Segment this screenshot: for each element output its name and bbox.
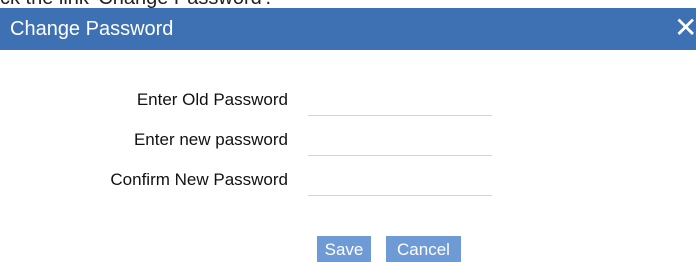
old-password-label: Enter Old Password — [136, 90, 288, 109]
save-button[interactable]: Save — [317, 236, 371, 262]
change-password-dialog: ck the link 'Change Password'. Change Pa… — [0, 0, 696, 262]
new-password-input[interactable] — [308, 128, 492, 156]
cancel-button[interactable]: Cancel — [386, 236, 461, 262]
confirm-password-label: Confirm New Password — [110, 170, 288, 189]
close-icon[interactable]: ✕ — [674, 14, 696, 44]
old-password-input[interactable] — [308, 88, 492, 116]
new-password-row: Enter new password — [0, 122, 696, 162]
new-password-label: Enter new password — [133, 130, 288, 149]
confirm-password-row: Confirm New Password — [0, 162, 696, 202]
confirm-password-input[interactable] — [308, 168, 492, 196]
dialog-titlebar: Change Password ✕ — [0, 8, 696, 50]
dialog-title: Change Password — [10, 18, 174, 40]
background-instruction-text: ck the link 'Change Password'. — [0, 0, 271, 8]
old-password-row: Enter Old Password — [0, 82, 696, 122]
